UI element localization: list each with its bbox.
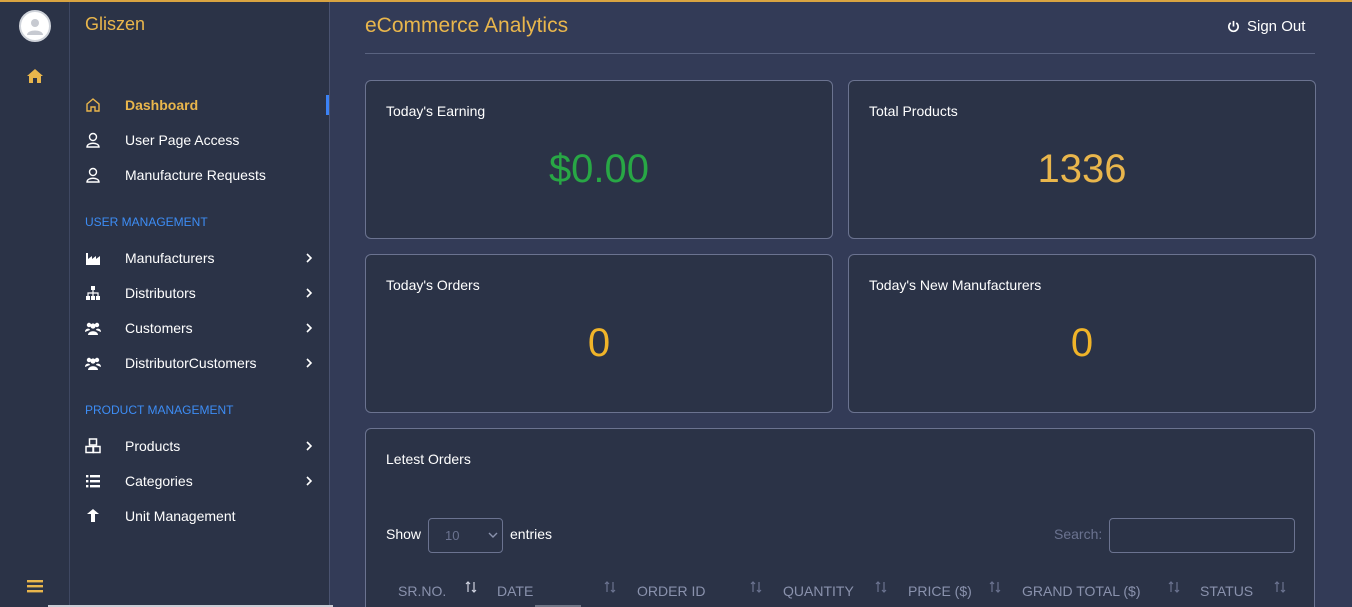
latest-orders-panel: Letest Orders Show 10 entries Search: SR…: [365, 428, 1315, 607]
card-value: 1336: [1037, 147, 1127, 191]
sort-icon[interactable]: [749, 580, 763, 594]
factory-icon: [85, 250, 101, 266]
section-title-user-management: USER MANAGEMENT: [85, 215, 208, 229]
sidebar-item-manufacturers[interactable]: Manufacturers: [70, 243, 329, 273]
chevron-right-icon: [306, 441, 313, 451]
search-input[interactable]: [1109, 518, 1295, 553]
power-icon: [1228, 20, 1239, 33]
column-header-price[interactable]: PRICE ($): [908, 583, 972, 599]
entries-label: entries: [510, 526, 553, 542]
sidebar-item-dashboard[interactable]: Dashboard: [70, 90, 329, 120]
brand-name: Gliszen: [85, 14, 146, 34]
sidebar-item-label: Manufacture Requests: [125, 167, 266, 183]
sidebar: Gliszen Dashboard User Page Access Manuf…: [70, 2, 330, 607]
user-avatar-icon: [27, 19, 43, 35]
stat-card-todays-earning: Today's Earning $0.00: [365, 80, 833, 239]
sidebar-item-distributors[interactable]: Distributors: [70, 278, 329, 308]
sidebar-item-distributor-customers[interactable]: DistributorCustomers: [70, 348, 329, 378]
sidebar-item-unit-management[interactable]: Unit Management: [70, 501, 329, 531]
sidebar-item-label: Customers: [125, 320, 193, 336]
stat-card-total-products: Total Products 1336: [848, 80, 1316, 239]
sidebar-item-label: User Page Access: [125, 132, 240, 148]
sidebar-item-categories[interactable]: Categories: [70, 466, 329, 496]
list-icon: [85, 473, 101, 489]
sort-icon[interactable]: [1273, 580, 1287, 594]
stat-card-new-manufacturers: Today's New Manufacturers 0: [848, 254, 1316, 413]
sign-out-button[interactable]: Sign Out: [1227, 18, 1305, 35]
chevron-right-icon: [306, 323, 313, 333]
section-title-product-management: PRODUCT MANAGEMENT: [85, 403, 234, 417]
sidebar-item-label: Manufacturers: [125, 250, 215, 266]
sidebar-item-products[interactable]: Products: [70, 431, 329, 461]
user-access-icon: [85, 132, 101, 148]
hamburger-menu-icon[interactable]: [27, 579, 43, 593]
sort-icon[interactable]: [464, 580, 478, 594]
card-title: Today's Orders: [386, 277, 480, 293]
sidebar-item-label: DistributorCustomers: [125, 355, 257, 371]
column-header-sr-no[interactable]: SR.NO.: [398, 583, 446, 599]
column-header-order-id[interactable]: ORDER ID: [637, 583, 705, 599]
orders-title: Letest Orders: [386, 451, 471, 467]
sort-icon[interactable]: [874, 580, 888, 594]
column-header-quantity[interactable]: QUANTITY: [783, 583, 854, 599]
home-icon[interactable]: [26, 68, 44, 84]
avatar[interactable]: [19, 10, 51, 42]
cubes-icon: [85, 438, 101, 454]
header-divider: [365, 53, 1315, 54]
sidebar-item-label: Distributors: [125, 285, 196, 301]
card-title: Today's Earning: [386, 103, 486, 119]
users-icon: [85, 320, 101, 336]
card-value: 0: [1070, 321, 1094, 365]
search-label: Search:: [1054, 526, 1103, 542]
sort-icon[interactable]: [1167, 580, 1181, 594]
unit-icon: [85, 508, 101, 524]
sidebar-item-customers[interactable]: Customers: [70, 313, 329, 343]
users-icon: [85, 355, 101, 371]
icon-rail: [0, 2, 70, 607]
sitemap-icon: [85, 285, 101, 301]
sort-icon[interactable]: [603, 580, 617, 594]
chevron-right-icon: [306, 253, 313, 263]
sidebar-item-label: Categories: [125, 473, 193, 489]
entries-select[interactable]: 10: [428, 518, 503, 553]
card-value: 0: [587, 321, 611, 365]
column-header-status[interactable]: STATUS: [1200, 583, 1253, 599]
card-title: Today's New Manufacturers: [869, 277, 1042, 293]
page-title: eCommerce Analytics: [365, 14, 569, 37]
chevron-right-icon: [306, 476, 313, 486]
column-header-date[interactable]: DATE: [497, 583, 533, 599]
sidebar-item-label: Unit Management: [125, 508, 236, 524]
sort-icon[interactable]: [988, 580, 1002, 594]
sidebar-item-label: Dashboard: [125, 97, 199, 113]
chevron-right-icon: [306, 288, 313, 298]
sidebar-item-user-page-access[interactable]: User Page Access: [70, 125, 329, 155]
chevron-right-icon: [306, 358, 313, 368]
card-title: Total Products: [869, 103, 958, 119]
home-outline-icon: [85, 97, 101, 113]
sign-out-label: Sign Out: [1247, 18, 1306, 35]
card-value: $0.00: [548, 147, 650, 191]
user-request-icon: [85, 167, 101, 183]
sidebar-item-label: Products: [125, 438, 181, 454]
show-label: Show: [386, 526, 422, 542]
sidebar-item-manufacture-requests[interactable]: Manufacture Requests: [70, 160, 329, 190]
column-header-grand-total[interactable]: GRAND TOTAL ($): [1022, 583, 1141, 599]
stat-card-todays-orders: Today's Orders 0: [365, 254, 833, 413]
